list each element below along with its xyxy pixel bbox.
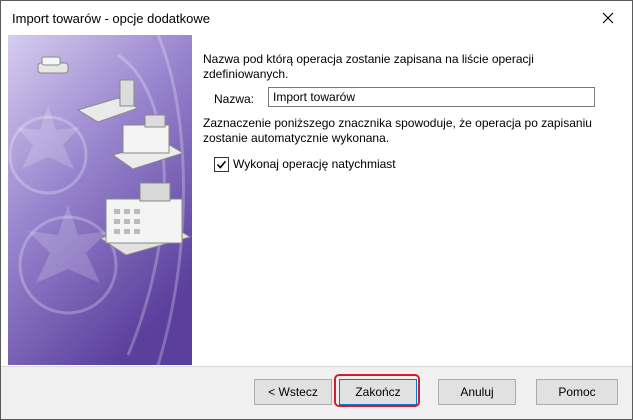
title-bar: Import towarów - opcje dodatkowe (1, 1, 632, 35)
run-immediately-checkbox[interactable] (214, 157, 229, 172)
name-label: Nazwa: (214, 92, 255, 106)
name-input[interactable] (268, 87, 595, 107)
footer-divider (1, 366, 632, 367)
cancel-button[interactable]: Anuluj (438, 379, 516, 405)
name-description: Nazwa pod którą operacja zostanie zapisa… (203, 52, 534, 81)
wizard-content: Nazwa pod którą operacja zostanie zapisa… (1, 35, 632, 366)
run-immediately-label: Wykonaj operację natychmiast (233, 157, 396, 171)
close-icon (602, 12, 614, 24)
back-button[interactable]: < Wstecz (254, 379, 332, 405)
finish-highlight (334, 374, 420, 407)
window-title: Import towarów - opcje dodatkowe (12, 11, 210, 26)
wizard-side-image (8, 35, 192, 365)
checkbox-description: Zaznaczenie poniższego znacznika spowodu… (203, 116, 592, 145)
checkmark-icon (216, 160, 227, 169)
help-button[interactable]: Pomoc (536, 379, 618, 405)
dialog-window: Import towarów - opcje dodatkowe Nazwa p… (0, 0, 633, 420)
close-button[interactable] (586, 1, 632, 35)
